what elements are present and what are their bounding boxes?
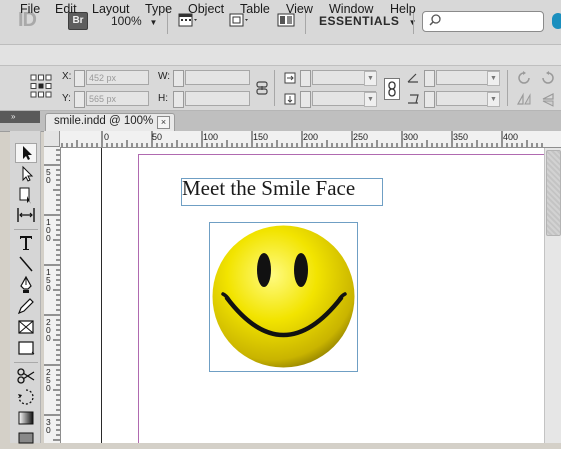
zoom-level-value: 100% [111,14,142,28]
ruler-label: 250 [353,132,369,142]
divider [274,70,275,106]
menu-bar [0,45,561,66]
margin-guide [138,154,139,443]
line-icon[interactable] [15,254,37,274]
chevron-down-icon[interactable]: ▼ [364,71,377,86]
chevron-down-icon: ▼ [145,18,158,27]
scissors-icon[interactable] [15,366,37,386]
menu-table[interactable]: Table [240,2,270,16]
rectangle-icon[interactable] [15,338,37,358]
menu-type[interactable]: Type [145,2,172,16]
ruler-label: 1 0 0 [46,217,51,243]
menu-help[interactable]: Help [390,2,416,16]
scale-x-spinner[interactable] [300,70,311,87]
y-field[interactable]: 565 px [86,91,149,106]
free-transform-icon[interactable] [15,387,37,407]
menu-file[interactable]: File [20,2,40,16]
ruler-label: 200 [303,132,319,142]
page-edge [101,148,102,443]
shear-spinner[interactable] [424,91,435,108]
menu-layout[interactable]: Layout [92,2,130,16]
type-icon[interactable] [15,233,37,253]
ruler-label: 1 5 0 [46,267,51,293]
chevron-down-icon[interactable]: ▼ [487,71,500,86]
rotate-ccw-icon[interactable] [540,70,556,86]
chevron-down-icon[interactable]: ▼ [487,92,500,107]
workspace-switcher[interactable]: ESSENTIALS ▼ [319,14,417,28]
chevron-down-icon: ▼ [403,18,418,27]
selection-icon[interactable] [15,143,37,163]
smiley-face-image[interactable] [211,224,356,369]
divider [507,70,508,106]
pen-icon[interactable] [15,275,37,295]
menu-edit[interactable]: Edit [55,2,77,16]
reference-point-icon[interactable] [30,74,52,98]
rectangle-frame-icon[interactable] [15,317,37,337]
scrollbar-thumb[interactable] [546,150,561,236]
zoom-level-dropdown[interactable]: 100% ▼ [111,14,157,28]
gradient-feather-icon[interactable] [15,429,37,449]
gradient-icon[interactable] [15,408,37,428]
gap-icon[interactable] [15,205,37,225]
constrain-proportions-icon[interactable] [255,80,269,96]
page-icon[interactable] [15,185,37,205]
h-spinner[interactable] [173,91,184,108]
rotate-spinner[interactable] [424,70,435,87]
ruler-label: 50 [152,132,163,142]
scale-y-spinner[interactable] [300,91,311,108]
h-label: H: [158,93,168,104]
menu-window[interactable]: Window [329,2,373,16]
ruler-label: 150 [253,132,269,142]
y-spinner[interactable] [74,91,85,108]
ruler-origin[interactable] [44,131,60,147]
x-label: X: [62,71,72,82]
scale-y-icon [284,93,296,105]
ruler-label: 2 0 0 [46,317,51,343]
document-tab-title: smile.indd @ 100% [54,115,154,127]
scale-x-icon [284,72,296,84]
rotate-angle-icon [407,73,418,83]
chain-link-icon[interactable] [384,78,400,100]
headline-text[interactable]: Meet the Smile Face [182,176,355,201]
cs-live-icon[interactable] [552,13,561,29]
ruler-label: 350 [453,132,469,142]
direct-selection-icon[interactable] [15,164,37,184]
workspace-label: ESSENTIALS [319,14,400,28]
w-spinner[interactable] [173,70,184,87]
chevron-down-icon[interactable]: ▼ [364,92,377,107]
rotate-cw-icon[interactable] [516,70,532,86]
flip-horizontal-icon[interactable] [516,92,532,108]
divider [14,362,38,363]
margin-guide [138,154,544,155]
close-icon[interactable]: × [157,116,170,129]
tools-panel-header [0,111,40,123]
ruler-label: 100 [203,132,219,142]
shear-angle-icon [408,94,419,104]
ruler-label: 300 [403,132,419,142]
menu-object[interactable]: Object [188,2,224,16]
x-spinner[interactable] [74,70,85,87]
collapse-panel-icon[interactable]: » [11,112,15,121]
pencil-icon[interactable] [15,296,37,316]
divider [14,229,38,230]
x-field[interactable]: 452 px [86,70,149,85]
vertical-ruler-ticks [44,149,60,441]
search-icon [429,14,441,26]
ruler-label: 3 0 [46,417,51,435]
w-label: W: [158,71,171,82]
y-label: Y: [62,93,71,104]
ruler-label: 2 5 0 [46,367,51,393]
w-field[interactable] [185,70,250,85]
flip-vertical-icon[interactable] [540,92,556,108]
ruler-label: 0 [104,132,110,142]
menu-view[interactable]: View [286,2,313,16]
ruler-label: 5 0 [46,167,51,185]
h-field[interactable] [185,91,250,106]
ruler-label: 400 [503,132,519,142]
